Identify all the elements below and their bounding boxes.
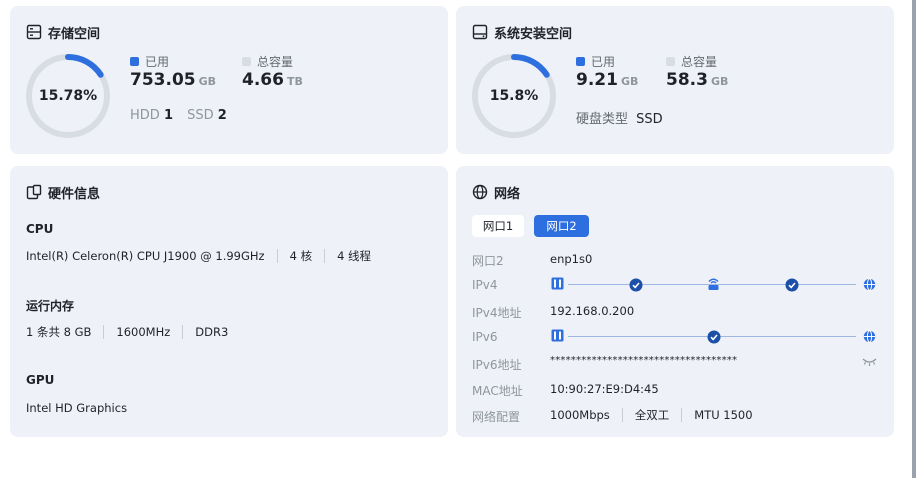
cpu-model: Intel(R) Celeron(R) CPU J1900 @ 1.99GHz	[26, 249, 265, 263]
config-label: 网络配置	[472, 410, 521, 424]
globe-icon	[863, 278, 876, 291]
ipv6-label: IPv6	[472, 330, 498, 344]
hardware-card: 硬件信息 CPU Intel(R) Celeron(R) CPU J1900 @…	[10, 166, 448, 437]
system-total-legend: 总容量	[666, 53, 717, 70]
divider	[621, 408, 623, 422]
storage-icon	[26, 24, 42, 40]
total-value: 4.66 TB	[242, 70, 303, 90]
total-legend: 总容量	[242, 53, 293, 70]
ipv4-addr-value: 192.168.0.200	[550, 304, 635, 318]
check-icon	[785, 278, 799, 292]
tab-port1[interactable]: 网口1	[472, 215, 524, 237]
system-storage-card-title: 系统安装空间	[472, 22, 572, 42]
ipv6-addr-value: ************************************	[550, 355, 738, 366]
divider	[103, 325, 105, 339]
ipv6-addr-label: IPv6地址	[472, 358, 522, 372]
cpu-cores: 4 核	[289, 249, 313, 263]
config-speed: 1000Mbps	[550, 408, 610, 422]
check-icon	[707, 330, 721, 344]
storage-percent: 15.78%	[38, 88, 98, 104]
divider	[182, 325, 184, 339]
globe-icon	[472, 184, 488, 200]
cpu-heading: CPU	[26, 222, 54, 236]
used-swatch	[130, 57, 139, 66]
hardware-icon	[26, 184, 42, 200]
system-usage-gauge: 15.8%	[471, 53, 557, 139]
system-percent: 15.8%	[489, 88, 539, 104]
divider	[324, 249, 326, 263]
gpu-heading: GPU	[26, 373, 55, 387]
system-total-label: 总容量	[681, 55, 718, 69]
system-used-value: 9.21 GB	[576, 70, 639, 90]
disk-type-value: SSD	[636, 112, 663, 127]
used-value: 753.05 GB	[130, 70, 217, 90]
mac-value: 10:90:27:E9:D4:45	[550, 382, 659, 396]
network-card-title: 网络	[472, 182, 520, 202]
system-storage-card: 系统安装空间 15.8% 已用 9.21 GB 总容量 58.3 GB 硬盘类型 S…	[456, 6, 894, 154]
storage-card: 存储空间 15.78% 已用 753.05 GB 总容量 4.66 TB HDD 1…	[10, 6, 448, 154]
disk-type: 硬盘类型 SSD	[576, 108, 663, 127]
divider	[276, 249, 278, 263]
storage-title: 存储空间	[48, 26, 101, 42]
storage-usage-gauge: 15.78%	[25, 53, 111, 139]
memory-heading: 运行内存	[26, 299, 75, 313]
memory-type: DDR3	[195, 325, 229, 339]
system-used-legend: 已用	[576, 53, 615, 70]
memory-modules: 1 条共 8 GB	[26, 325, 92, 339]
disk-type-label: 硬盘类型	[576, 112, 629, 127]
port-label: 网口2	[472, 254, 504, 268]
system-total-value: 58.3 GB	[666, 70, 729, 90]
window-edge-scrollbar[interactable]	[912, 0, 916, 478]
hardware-title: 硬件信息	[48, 186, 101, 202]
ipv4-addr-label: IPv4地址	[472, 306, 522, 320]
config-duplex: 全双工	[634, 408, 670, 422]
hardware-card-title: 硬件信息	[26, 182, 100, 202]
hdd-count: 1	[163, 108, 173, 123]
router-icon	[708, 278, 719, 290]
config-value: 1000Mbps 全双工 MTU 1500	[550, 407, 753, 423]
ssd-count: 2	[217, 108, 227, 123]
divider	[681, 408, 683, 422]
cpu-info: Intel(R) Celeron(R) CPU J1900 @ 1.99GHz …	[26, 248, 371, 264]
used-legend: 已用	[130, 53, 169, 70]
cpu-threads: 4 线程	[337, 249, 372, 263]
memory-speed: 1600MHz	[116, 325, 171, 339]
system-disk-icon	[472, 24, 488, 40]
storage-card-title: 存储空间	[26, 22, 100, 42]
system-used-label: 已用	[591, 55, 616, 69]
check-icon	[629, 278, 643, 292]
memory-info: 1 条共 8 GB 1600MHz DDR3	[26, 324, 228, 340]
total-label: 总容量	[257, 55, 294, 69]
nic-icon	[551, 277, 564, 290]
system-total-swatch	[666, 57, 675, 66]
config-mtu: MTU 1500	[694, 408, 753, 422]
gpu-model: Intel HD Graphics	[26, 401, 128, 415]
tab-port2[interactable]: 网口2	[534, 215, 589, 237]
mac-label: MAC地址	[472, 384, 523, 398]
disk-counts: HDD 1 SSD 2	[130, 108, 227, 123]
system-used-swatch	[576, 57, 585, 66]
port-value: enp1s0	[550, 252, 593, 266]
network-card: 网络 网口1 网口2 网口2 enp1s0 IPv4 IPv4地址 192.16…	[456, 166, 894, 437]
system-storage-title: 系统安装空间	[494, 26, 573, 42]
network-title: 网络	[494, 186, 521, 202]
used-label: 已用	[145, 55, 170, 69]
nic-icon	[551, 329, 564, 342]
total-swatch	[242, 57, 251, 66]
eye-off-icon[interactable]	[862, 357, 877, 367]
ipv4-label: IPv4	[472, 278, 498, 292]
globe-icon	[863, 330, 876, 343]
